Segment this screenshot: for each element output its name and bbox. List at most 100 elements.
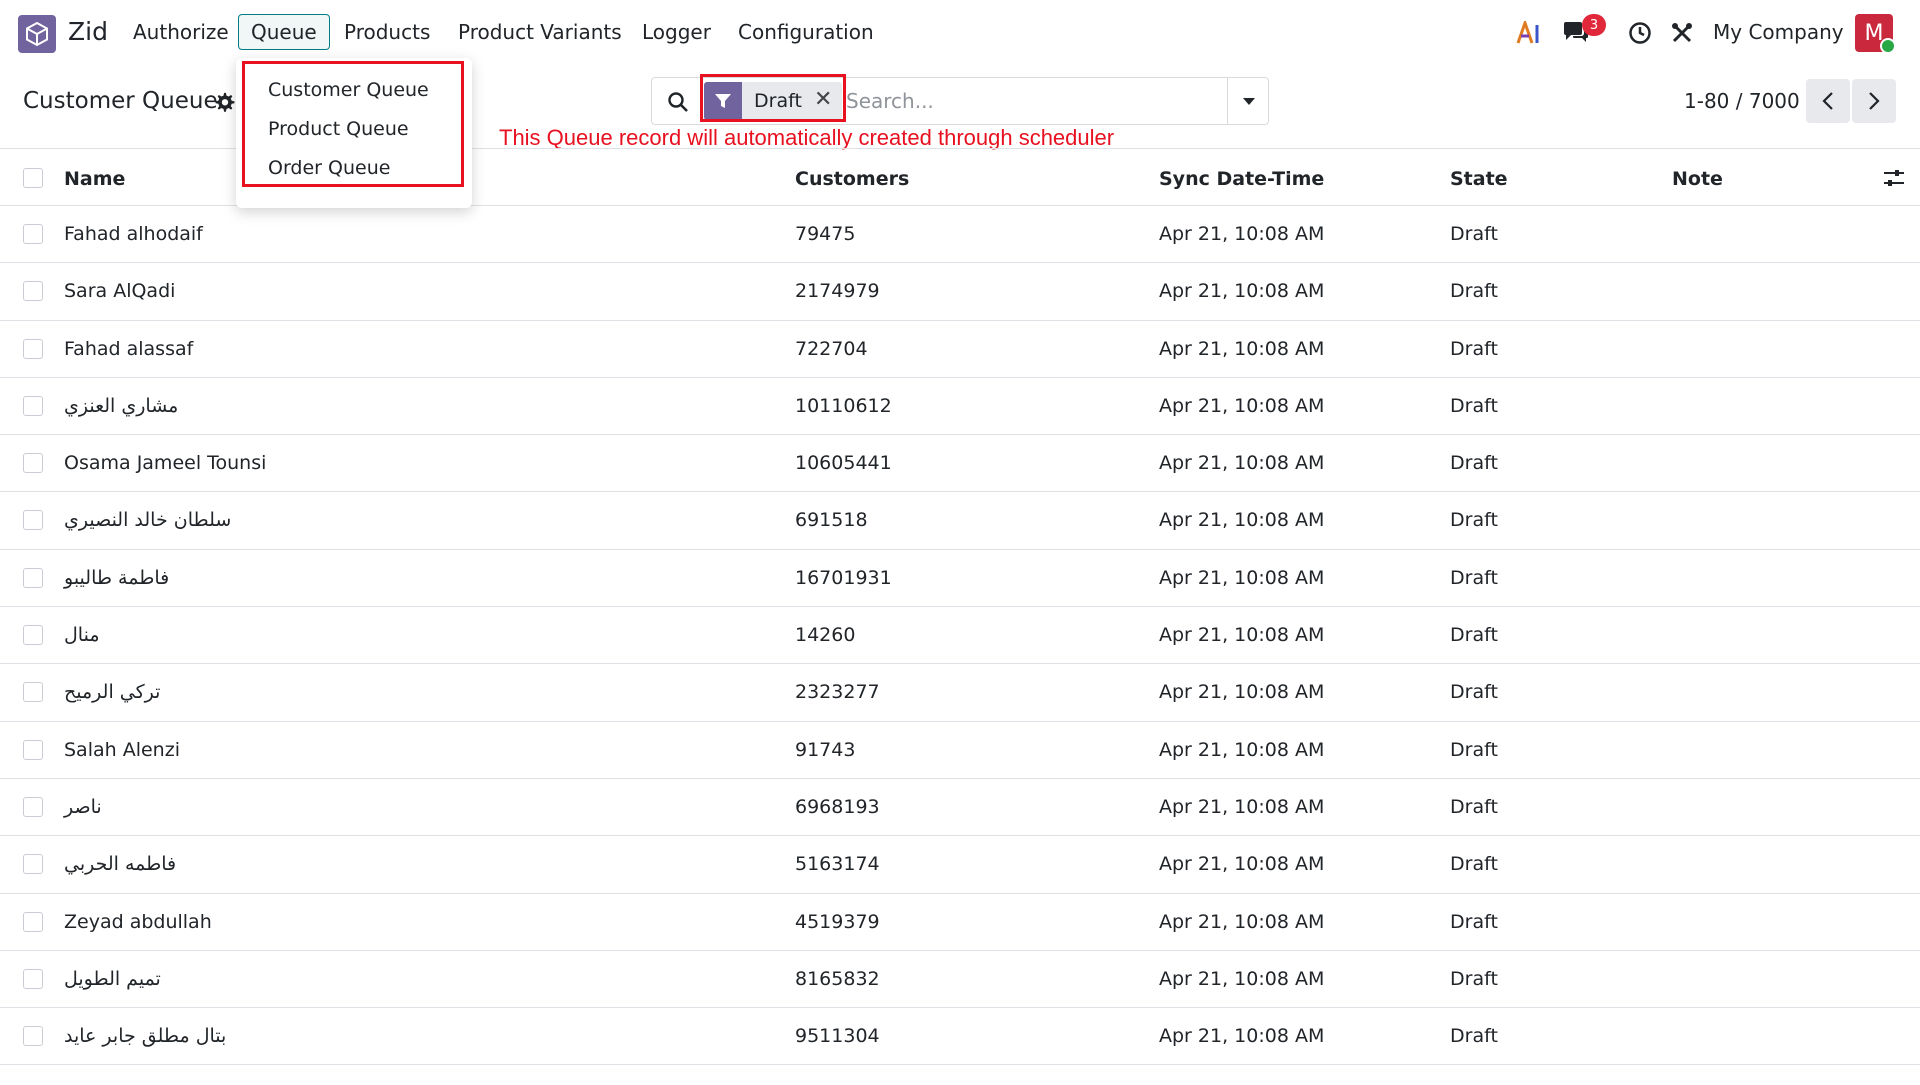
cell-customers: 5163174 [795, 853, 880, 876]
cell-name: سلطان خالد النصيري [64, 509, 232, 532]
cell-state: Draft [1450, 394, 1498, 417]
row-checkbox[interactable] [23, 854, 43, 875]
search-options-toggle[interactable] [1227, 78, 1269, 124]
column-header-customers[interactable]: Customers [795, 168, 909, 190]
search-icon[interactable] [666, 90, 690, 114]
search-input[interactable] [846, 86, 1216, 116]
search-box: Draft ✕ [651, 74, 1269, 125]
cell-name: Fahad alassaf [64, 337, 194, 360]
cell-name: ناصر [64, 795, 102, 818]
cell-state: Draft [1450, 853, 1498, 876]
dropdown-item-product-queue[interactable]: Product Queue [268, 118, 409, 140]
list-table: Name Customers Sync Date-Time State Note… [0, 148, 1920, 1066]
column-header-note[interactable]: Note [1672, 168, 1723, 190]
cell-sync-date-time: Apr 21, 10:08 AM [1159, 853, 1325, 876]
pager-previous-button[interactable] [1806, 79, 1850, 123]
dropdown-item-customer-queue[interactable]: Customer Queue [268, 79, 429, 101]
table-row[interactable]: بتال مطلق جابر عايد 9511304 Apr 21, 10:08 … [0, 1008, 1920, 1066]
cell-customers: 722704 [795, 337, 868, 360]
row-checkbox[interactable] [23, 968, 43, 989]
company-switcher[interactable]: My Company [1713, 20, 1844, 44]
pager-next-button[interactable] [1852, 79, 1896, 123]
table-row[interactable]: Osama Jameel Tounsi 10605441 Apr 21, 10:08… [0, 435, 1920, 493]
table-row[interactable]: Sara AlQadi 2174979 Apr 21, 10:08 AM Draft [0, 263, 1920, 321]
table-row[interactable]: مشاري العنزي 10110612 Apr 21, 10:08 AM Draf… [0, 378, 1920, 436]
caret-down-icon [1242, 98, 1255, 105]
table-row[interactable]: سلطان خالد النصيري 691518 Apr 21, 10:08 AM… [0, 492, 1920, 550]
ai-icon[interactable] [1512, 14, 1548, 52]
menu-logger[interactable]: Logger [642, 20, 711, 44]
row-checkbox[interactable] [23, 796, 43, 817]
cell-customers: 2323277 [795, 681, 880, 704]
chevron-left-icon [1822, 92, 1833, 110]
app-logo-icon[interactable] [18, 15, 56, 53]
menu-products[interactable]: Products [344, 20, 430, 44]
cell-name: فاطمه الحربي [64, 853, 177, 876]
facet-highlight-box [700, 74, 846, 122]
online-status-icon [1880, 38, 1896, 54]
table-row[interactable]: Salah Alenzi 91743 Apr 21, 10:08 AM Draft [0, 722, 1920, 779]
cell-state: Draft [1450, 452, 1498, 475]
gear-icon[interactable] [214, 91, 236, 113]
cell-sync-date-time: Apr 21, 10:08 AM [1159, 624, 1325, 647]
row-checkbox[interactable] [23, 567, 43, 588]
table-row[interactable]: فاطمة طاليبو 16701931 Apr 21, 10:08 AM Draf… [0, 550, 1920, 608]
top-navbar: Zid Authorize Queue Products Product Var… [0, 0, 1920, 66]
cell-customers: 6968193 [795, 795, 880, 818]
table-row[interactable]: ناصر 6968193 Apr 21, 10:08 AM Draft [0, 779, 1920, 837]
row-checkbox[interactable] [23, 625, 43, 646]
cell-sync-date-time: Apr 21, 10:08 AM [1159, 337, 1325, 360]
table-row[interactable]: Fahad alhodaif 79475 Apr 21, 10:08 AM Draft [0, 206, 1920, 264]
cell-name: مشاري العنزي [64, 394, 179, 417]
table-body: Fahad alhodaif 79475 Apr 21, 10:08 AM Draft… [0, 206, 1920, 1066]
cell-state: Draft [1450, 967, 1498, 990]
row-checkbox[interactable] [23, 395, 43, 416]
cell-state: Draft [1450, 280, 1498, 303]
column-header-state[interactable]: State [1450, 168, 1508, 190]
table-row[interactable]: تركي الرميح 2323277 Apr 21, 10:08 AM Draft [0, 664, 1920, 722]
cell-customers: 91743 [795, 738, 856, 761]
cell-state: Draft [1450, 624, 1498, 647]
table-row[interactable]: فاطمه الحربي 5163174 Apr 21, 10:08 AM Draft [0, 836, 1920, 894]
table-row[interactable]: تميم الطويل 8165832 Apr 21, 10:08 AM Draft [0, 951, 1920, 1009]
cell-name: فاطمة طاليبو [64, 566, 170, 589]
cell-state: Draft [1450, 1025, 1498, 1048]
clock-icon[interactable] [1622, 14, 1658, 52]
optional-columns-icon[interactable] [1882, 167, 1906, 189]
cell-sync-date-time: Apr 21, 10:08 AM [1159, 452, 1325, 475]
row-checkbox[interactable] [23, 224, 43, 244]
table-row[interactable]: منال 14260 Apr 21, 10:08 AM Draft [0, 607, 1920, 665]
menu-product-variants[interactable]: Product Variants [458, 20, 622, 44]
column-header-name[interactable]: Name [64, 168, 125, 190]
cell-sync-date-time: Apr 21, 10:08 AM [1159, 795, 1325, 818]
row-checkbox[interactable] [23, 281, 43, 302]
cell-customers: 79475 [795, 223, 856, 245]
menu-configuration[interactable]: Configuration [738, 20, 874, 44]
debug-tools-icon[interactable] [1664, 14, 1700, 52]
row-checkbox[interactable] [23, 682, 43, 703]
row-checkbox[interactable] [23, 453, 43, 474]
cell-sync-date-time: Apr 21, 10:08 AM [1159, 566, 1325, 589]
select-all-checkbox[interactable] [23, 168, 43, 188]
table-row[interactable]: Zeyad abdullah 4519379 Apr 21, 10:08 AM Dra… [0, 894, 1920, 951]
cell-sync-date-time: Apr 21, 10:08 AM [1159, 509, 1325, 532]
cell-sync-date-time: Apr 21, 10:08 AM [1159, 223, 1325, 245]
cell-sync-date-time: Apr 21, 10:08 AM [1159, 280, 1325, 303]
pager-value[interactable]: 1-80 / 7000 [1684, 89, 1800, 113]
column-header-sync-date-time[interactable]: Sync Date-Time [1159, 168, 1324, 190]
menu-authorize[interactable]: Authorize [133, 20, 229, 44]
row-checkbox[interactable] [23, 338, 43, 359]
app-name[interactable]: Zid [68, 17, 108, 46]
cell-name: بتال مطلق جابر عايد [64, 1025, 227, 1048]
row-checkbox[interactable] [23, 1026, 43, 1047]
cell-sync-date-time: Apr 21, 10:08 AM [1159, 1025, 1325, 1048]
row-checkbox[interactable] [23, 510, 43, 531]
cell-sync-date-time: Apr 21, 10:08 AM [1159, 681, 1325, 704]
cell-state: Draft [1450, 566, 1498, 589]
row-checkbox[interactable] [23, 911, 43, 932]
cell-sync-date-time: Apr 21, 10:08 AM [1159, 910, 1325, 933]
dropdown-item-order-queue[interactable]: Order Queue [268, 157, 390, 179]
row-checkbox[interactable] [23, 739, 43, 760]
menu-queue[interactable]: Queue [238, 14, 330, 50]
table-row[interactable]: Fahad alassaf 722704 Apr 21, 10:08 AM Draft [0, 321, 1920, 378]
